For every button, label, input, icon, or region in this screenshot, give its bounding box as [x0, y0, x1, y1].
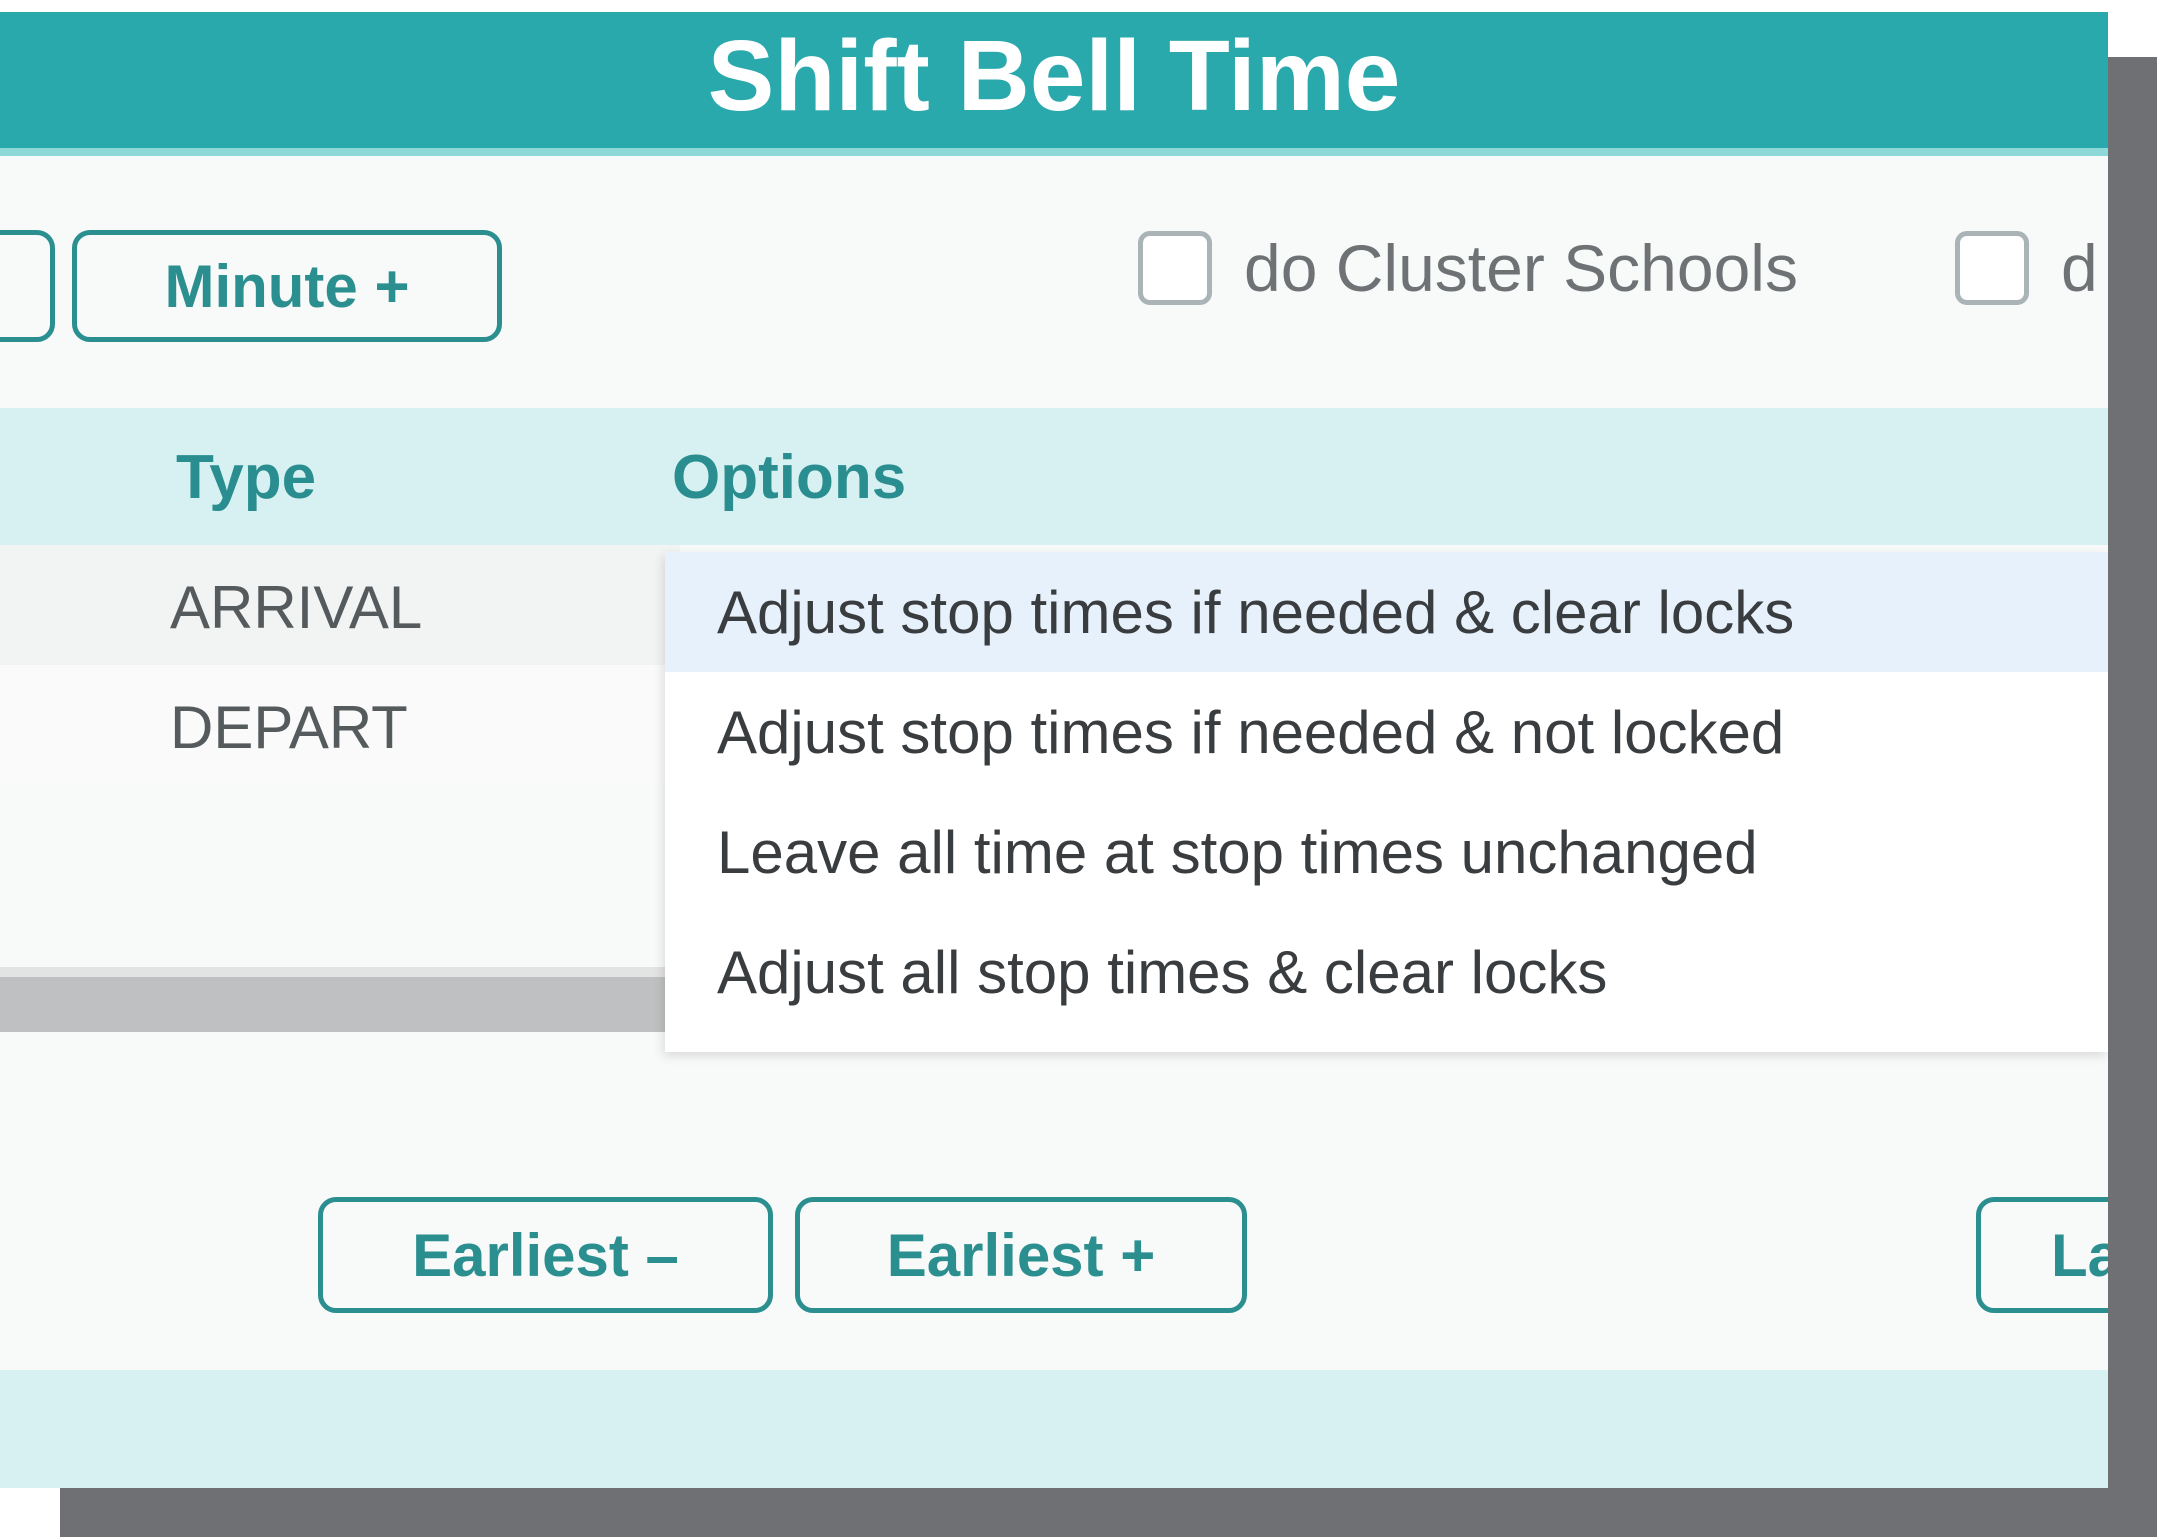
- cluster-schools-checkbox[interactable]: [1138, 231, 1212, 305]
- option-adjust-clear-locks[interactable]: Adjust stop times if needed & clear lock…: [665, 552, 2108, 672]
- dialog-footer: [0, 1370, 2108, 1488]
- option-leave-unchanged[interactable]: Leave all time at stop times unchanged: [665, 792, 2108, 912]
- shift-bell-time-dialog: Shift Bell Time Minute + do Cluster Scho…: [0, 12, 2108, 1488]
- option-adjust-not-locked[interactable]: Adjust stop times if needed & not locked: [665, 672, 2108, 792]
- second-checkbox-label: d: [2061, 231, 2098, 305]
- second-checkbox[interactable]: [1955, 231, 2029, 305]
- second-checkbox-option[interactable]: d: [1955, 228, 2098, 308]
- type-cell: DEPART: [170, 694, 408, 761]
- dialog-title-bar[interactable]: Shift Bell Time: [0, 12, 2108, 156]
- table-header: Type Options: [0, 408, 2108, 545]
- dialog-title: Shift Bell Time: [707, 20, 1401, 132]
- table-row[interactable]: DEPART: [0, 665, 680, 785]
- options-dropdown-list[interactable]: Adjust stop times if needed & clear lock…: [665, 552, 2108, 1052]
- earliest-plus-button[interactable]: Earliest +: [795, 1197, 1247, 1313]
- cluster-schools-label: do Cluster Schools: [1244, 231, 1798, 305]
- latest-button[interactable]: La: [1976, 1197, 2108, 1313]
- table-row[interactable]: ARRIVAL: [0, 545, 680, 665]
- cluster-schools-option[interactable]: do Cluster Schools: [1138, 228, 1798, 308]
- type-cell: ARRIVAL: [170, 574, 423, 641]
- option-adjust-all-clear-locks[interactable]: Adjust all stop times & clear locks: [665, 912, 2108, 1032]
- minute-plus-button[interactable]: Minute +: [72, 230, 502, 342]
- earliest-minus-button[interactable]: Earliest –: [318, 1197, 773, 1313]
- column-header-options[interactable]: Options: [672, 442, 906, 513]
- horizontal-scrollbar[interactable]: [0, 967, 672, 1032]
- minute-minus-button[interactable]: [0, 230, 55, 342]
- column-header-type[interactable]: Type: [176, 442, 316, 513]
